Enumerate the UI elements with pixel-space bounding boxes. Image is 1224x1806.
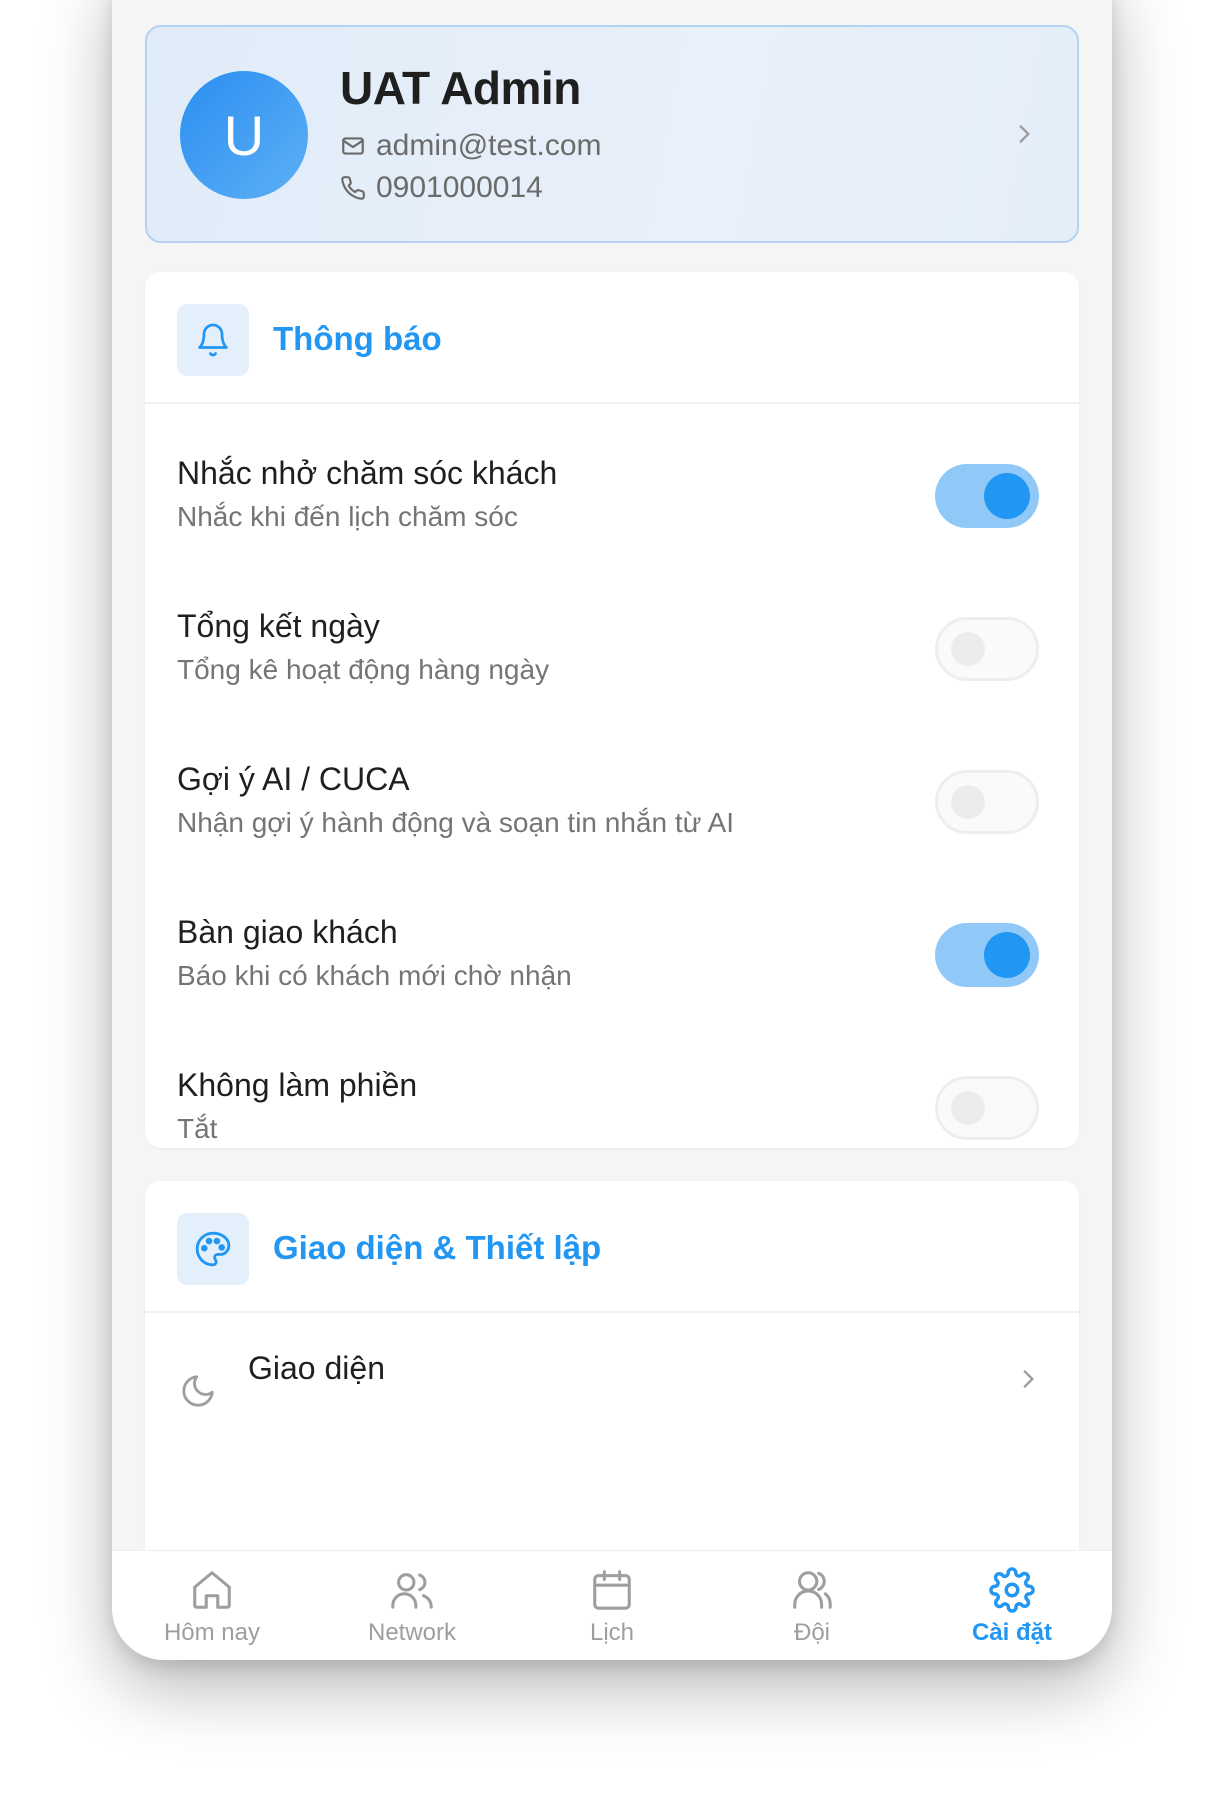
appearance-theme-row[interactable]: Giao diện: [145, 1346, 1079, 1407]
row-title: Gợi ý AI / CUCA: [177, 761, 410, 797]
tab-network[interactable]: Network: [312, 1551, 512, 1660]
notif-row-care-reminder: Nhắc nhở chăm sóc khách Nhắc khi đến lịc…: [145, 453, 1079, 603]
team-icon: [793, 1571, 832, 1609]
tab-team[interactable]: Đội: [712, 1551, 912, 1660]
users-icon: [391, 1573, 433, 1609]
bell-icon: [177, 304, 249, 376]
gear-icon: [989, 1567, 1035, 1613]
appearance-header: Giao diện & Thiết lập: [145, 1181, 1079, 1313]
notif-row-ai-suggestions: Gợi ý AI / CUCA Nhận gợi ý hành động và …: [145, 759, 1079, 909]
tab-calendar[interactable]: Lịch: [512, 1551, 712, 1660]
row-title: Bàn giao khách: [177, 914, 398, 950]
profile-email-line: admin@test.com: [340, 129, 602, 163]
row-subtitle: Tắt: [177, 1113, 218, 1144]
toggle-knob: [984, 473, 1030, 519]
do-not-disturb-toggle[interactable]: [935, 1076, 1039, 1140]
tab-label: Cài đặt: [971, 1619, 1052, 1646]
profile-phone: 0901000014: [376, 171, 543, 204]
toggle-knob: [951, 785, 985, 819]
tab-label: Đội: [793, 1619, 830, 1646]
daily-summary-toggle[interactable]: [935, 617, 1039, 681]
avatar: U: [180, 71, 308, 199]
profile-card[interactable]: U UAT Admin admin@test.com 0901000014: [145, 25, 1079, 243]
chevron-right-icon: [1023, 1370, 1034, 1388]
settings-content: U UAT Admin admin@test.com 0901000014 Th…: [112, 0, 1112, 1550]
app-screen: U UAT Admin admin@test.com 0901000014 Th…: [112, 0, 1112, 1660]
profile-email: admin@test.com: [376, 129, 602, 162]
notifications-header: Thông báo: [145, 272, 1079, 404]
home-icon: [193, 1571, 231, 1609]
row-subtitle: Nhắc khi đến lịch chăm sóc: [177, 501, 518, 532]
bottom-tab-bar: Hôm nay Network Lịch Đội Cài đặt: [112, 1550, 1112, 1660]
toggle-knob: [951, 1091, 985, 1125]
tab-home[interactable]: Hôm nay: [112, 1551, 312, 1660]
row-title: Không làm phiền: [177, 1067, 418, 1103]
palette-icon: [177, 1213, 249, 1285]
row-subtitle: Báo khi có khách mới chờ nhận: [177, 960, 572, 991]
tab-label: Lịch: [589, 1619, 635, 1646]
appearance-card: Giao diện & Thiết lập Giao diện: [145, 1181, 1079, 1550]
notif-row-daily-summary: Tổng kết ngày Tổng kê hoạt động hàng ngà…: [145, 606, 1079, 756]
tab-label: Hôm nay: [163, 1619, 261, 1646]
notif-row-handover: Bàn giao khách Báo khi có khách mới chờ …: [145, 912, 1079, 1062]
mail-icon: [342, 137, 364, 155]
ai-suggestions-toggle[interactable]: [935, 770, 1039, 834]
row-subtitle: Tổng kê hoạt động hàng ngày: [177, 654, 550, 685]
chevron-right-icon: [1019, 125, 1030, 143]
handover-toggle[interactable]: [935, 923, 1039, 987]
tab-settings[interactable]: Cài đặt: [912, 1551, 1112, 1660]
row-title: Tổng kết ngày: [177, 608, 380, 644]
toggle-knob: [951, 632, 985, 666]
notifications-card: Thông báo Nhắc nhở chăm sóc khách Nhắc k…: [145, 272, 1079, 1148]
moon-icon: [182, 1375, 214, 1407]
calendar-icon: [593, 1570, 631, 1610]
notifications-title: Thông báo: [273, 320, 442, 357]
row-subtitle: Nhận gợi ý hành động và soạn tin nhắn từ…: [177, 807, 735, 838]
care-reminder-toggle[interactable]: [935, 464, 1039, 528]
phone-icon: [341, 176, 365, 200]
row-title: Nhắc nhở chăm sóc khách: [177, 455, 558, 491]
toggle-knob: [984, 932, 1030, 978]
tab-label: Network: [367, 1619, 457, 1646]
theme-label: Giao diện: [248, 1350, 385, 1386]
profile-name: UAT Admin: [340, 62, 581, 114]
appearance-title: Giao diện & Thiết lập: [273, 1229, 602, 1266]
profile-phone-line: 0901000014: [340, 171, 543, 205]
